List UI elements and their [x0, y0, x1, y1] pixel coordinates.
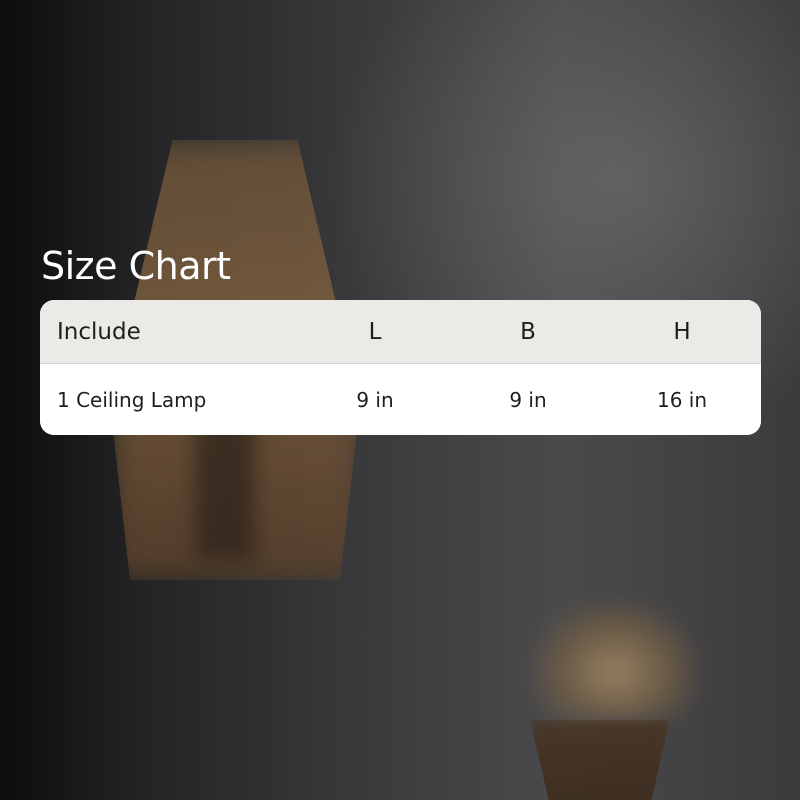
blurred-lamp-opening — [195, 420, 255, 560]
cell-height: 16 in — [656, 387, 708, 412]
header-length: L — [368, 318, 382, 345]
header-breadth: B — [520, 318, 536, 345]
header-height: H — [673, 318, 691, 345]
cell-item: 1 Ceiling Lamp — [57, 387, 207, 412]
cell-breadth: 9 in — [509, 387, 547, 412]
cell-length: 9 in — [356, 387, 394, 412]
header-include: Include — [57, 318, 141, 345]
blurred-vase — [530, 720, 670, 800]
blurred-plant — [530, 600, 700, 720]
table-row: 1 Ceiling Lamp 9 in 9 in 16 in — [40, 364, 761, 435]
size-chart-title: Size Chart — [41, 244, 231, 288]
size-chart-table: Include L B H 1 Ceiling Lamp 9 in 9 in 1… — [40, 300, 761, 435]
table-header-row: Include L B H — [40, 300, 761, 364]
